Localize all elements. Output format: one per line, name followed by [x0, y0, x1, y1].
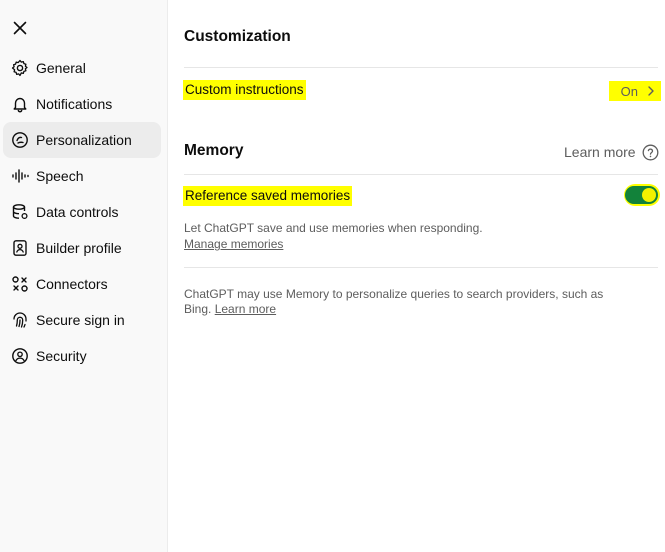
close-icon [13, 21, 27, 35]
gear-icon [11, 59, 29, 77]
memory-footer-line2: Bing. Learn more [184, 301, 276, 317]
toggle-knob [642, 188, 656, 202]
id-card-icon [11, 239, 29, 257]
sidebar-item-personalization[interactable]: Personalization [3, 122, 161, 158]
bell-icon [11, 95, 29, 113]
manage-memories-link[interactable]: Manage memories [184, 237, 283, 251]
sidebar-item-notifications[interactable]: Notifications [3, 86, 161, 122]
memory-description: Let ChatGPT save and use memories when r… [184, 221, 483, 235]
divider [184, 67, 658, 68]
sidebar-item-label: Secure sign in [36, 312, 125, 328]
sidebar-item-speech[interactable]: Speech [3, 158, 161, 194]
sidebar-item-label: Connectors [36, 276, 108, 292]
custom-instructions-value-button[interactable]: On [609, 81, 661, 101]
sidebar-item-label: Security [36, 348, 87, 364]
manage-memories-link-wrap: Manage memories [184, 236, 283, 252]
sidebar-item-connectors[interactable]: Connectors [3, 266, 161, 302]
custom-instructions-label[interactable]: Custom instructions [183, 80, 306, 100]
memory-footer-text: Bing. [184, 302, 212, 316]
settings-sidebar: General Notifications Personalization Sp… [0, 0, 168, 552]
shield-user-icon [11, 347, 29, 365]
fingerprint-icon [11, 311, 29, 329]
sidebar-item-data-controls[interactable]: Data controls [3, 194, 161, 230]
reference-saved-memories-toggle[interactable] [624, 184, 660, 206]
customization-heading: Customization [184, 28, 291, 45]
waveform-icon [11, 167, 29, 185]
database-icon [11, 203, 29, 221]
reference-saved-memories-label: Reference saved memories [183, 186, 353, 206]
sidebar-item-label: Personalization [36, 132, 132, 148]
learn-more-label: Learn more [564, 144, 636, 160]
sidebar-item-builder-profile[interactable]: Builder profile [3, 230, 161, 266]
toggle-track [625, 186, 658, 204]
memory-learn-more-button[interactable]: Learn more [564, 142, 659, 162]
connectors-icon [11, 275, 29, 293]
sidebar-item-label: General [36, 60, 86, 76]
divider [184, 174, 658, 175]
sidebar-item-general[interactable]: General [3, 50, 161, 86]
close-button[interactable] [9, 17, 31, 39]
personalization-icon [11, 131, 29, 149]
sidebar-item-security[interactable]: Security [3, 338, 161, 374]
help-circle-icon [642, 144, 659, 160]
sidebar-item-label: Builder profile [36, 240, 122, 256]
custom-instructions-value: On [620, 83, 638, 99]
sidebar-item-label: Speech [36, 168, 84, 184]
divider [184, 267, 658, 268]
memory-footer-line1: ChatGPT may use Memory to personalize qu… [184, 287, 604, 301]
footer-learn-more-link[interactable]: Learn more [215, 302, 276, 316]
sidebar-item-label: Data controls [36, 204, 119, 220]
chevron-right-icon [648, 86, 654, 96]
settings-main-panel: Customization Custom instructions On Mem… [168, 0, 665, 552]
sidebar-item-label: Notifications [36, 96, 113, 112]
memory-heading: Memory [184, 142, 244, 159]
sidebar-item-secure-sign-in[interactable]: Secure sign in [3, 302, 161, 338]
